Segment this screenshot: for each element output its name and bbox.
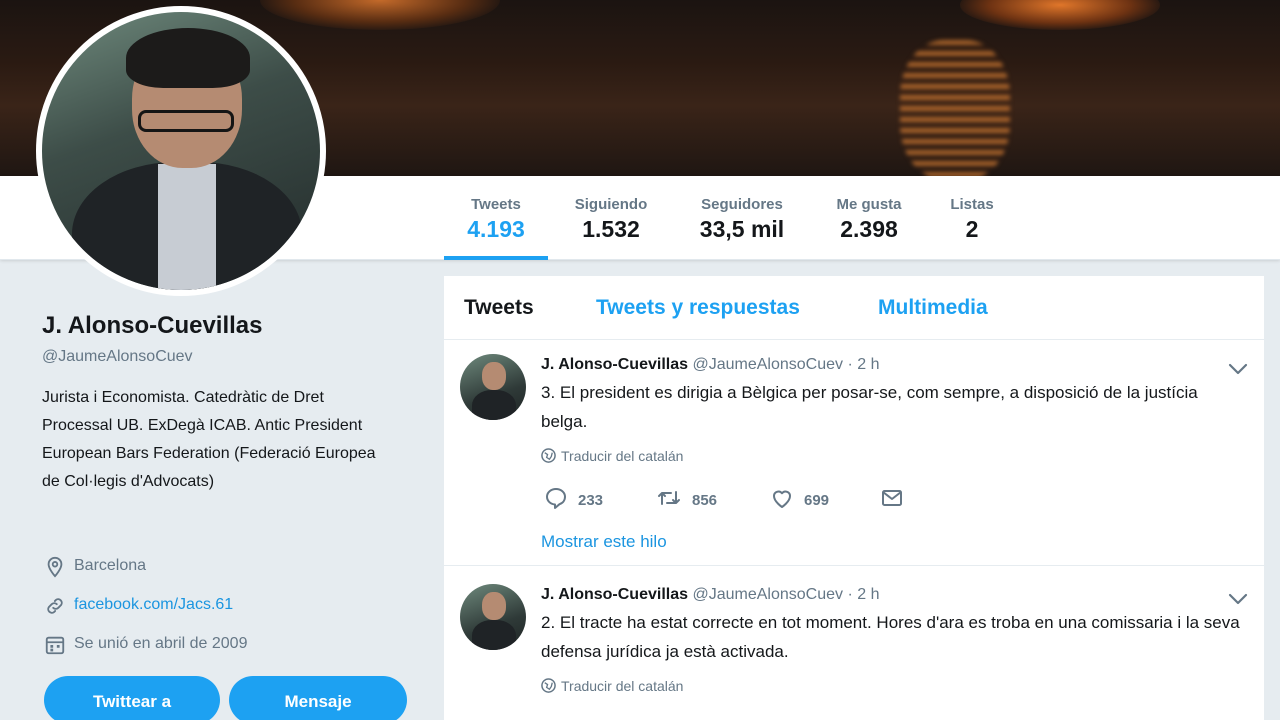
message-button[interactable]: Mensaje: [229, 676, 407, 720]
website-link[interactable]: facebook.com/Jacs.61: [74, 596, 233, 613]
tweet-timestamp[interactable]: 2 h: [857, 586, 879, 603]
tweet-author-handle[interactable]: @JaumeAlonsoCuev: [692, 356, 843, 373]
heart-icon: [773, 490, 791, 508]
stat-followers[interactable]: Seguidores 33,5 mil: [688, 196, 796, 243]
tweet-text: 2. El tracte ha estat correcte en tot mo…: [541, 613, 1240, 661]
joined-text: Se unió en abril de 2009: [74, 635, 248, 652]
tab-tweets[interactable]: Tweets: [464, 296, 534, 320]
chevron-down-icon[interactable]: [1227, 362, 1249, 376]
stat-label: Me gusta: [836, 196, 902, 213]
avatar-hair: [126, 28, 250, 88]
tweet-separator: ·: [847, 586, 853, 603]
tweet-header: J. Alonso-Cuevillas @JaumeAlonsoCuev · 2…: [541, 586, 879, 604]
banner-light: [260, 0, 500, 30]
location-text: Barcelona: [74, 557, 147, 574]
profile-card: J. Alonso-Cuevillas @JaumeAlonsoCuev Jur…: [42, 312, 402, 496]
timeline-tabs: Tweets Tweets y respuestas Multimedia: [444, 276, 1264, 340]
reply-button[interactable]: 233: [544, 486, 603, 510]
tweet-timestamp[interactable]: 2 h: [857, 356, 879, 373]
stat-following[interactable]: Siguiendo 1.532: [562, 196, 660, 243]
tweet-avatar[interactable]: [460, 584, 526, 650]
stat-label: Listas: [950, 196, 994, 213]
translate-text: Traducir del catalán: [561, 678, 684, 694]
stat-label: Tweets: [471, 196, 521, 213]
timeline: Tweets Tweets y respuestas Multimedia J.…: [444, 276, 1264, 720]
reply-icon: [546, 488, 566, 509]
retweet-button[interactable]: 856: [656, 486, 717, 510]
calendar-icon: [45, 636, 65, 655]
translate-link[interactable]: Traducir del catalán: [541, 678, 683, 694]
tab-media[interactable]: Multimedia: [878, 296, 988, 320]
stat-value: 33,5 mil: [699, 216, 785, 242]
stat-value: 1.532: [582, 216, 640, 242]
tweet-avatar[interactable]: [460, 354, 526, 420]
direct-message-button[interactable]: [880, 486, 904, 510]
tweet-author-name[interactable]: J. Alonso-Cuevillas: [541, 586, 688, 603]
like-button[interactable]: 699: [770, 486, 829, 510]
tweet-text: 3. El president es dirigia a Bèlgica per…: [541, 383, 1198, 431]
envelope-icon: [882, 490, 902, 506]
profile-handle[interactable]: @JaumeAlonsoCuev: [42, 348, 402, 366]
translate-text: Traducir del catalán: [561, 448, 684, 464]
tweet-header: J. Alonso-Cuevillas @JaumeAlonsoCuev · 2…: [541, 356, 879, 374]
reply-count: 233: [578, 492, 604, 509]
stat-value: 2.398: [840, 216, 898, 242]
tweet-separator: ·: [847, 356, 853, 373]
stat-label: Siguiendo: [574, 196, 648, 213]
show-thread-link[interactable]: Mostrar este hilo: [541, 532, 667, 552]
location-pin-icon: [47, 556, 63, 578]
stat-lists[interactable]: Listas 2: [942, 196, 1002, 243]
retweet-icon: [658, 491, 680, 505]
active-stat-indicator: [444, 256, 548, 260]
tweet[interactable]: J. Alonso-Cuevillas @JaumeAlonsoCuev · 2…: [444, 570, 1264, 720]
avatar-glasses: [138, 110, 234, 132]
tweet[interactable]: J. Alonso-Cuevillas @JaumeAlonsoCuev · 2…: [444, 340, 1264, 566]
profile-bio: Jurista i Economista. Catedràtic de Dret…: [42, 389, 376, 490]
banner-reflection: [900, 40, 1010, 176]
chevron-down-icon[interactable]: [1227, 592, 1249, 606]
banner-light: [960, 0, 1160, 30]
globe-icon: [541, 678, 556, 693]
stat-value: 4.193: [467, 216, 525, 242]
globe-icon: [541, 448, 556, 463]
like-count: 699: [804, 492, 830, 509]
stat-value: 2: [965, 216, 979, 242]
profile-name[interactable]: J. Alonso-Cuevillas: [42, 312, 402, 340]
tweet-to-button[interactable]: Twittear a: [44, 676, 220, 720]
stat-label: Seguidores: [701, 196, 783, 213]
stat-likes[interactable]: Me gusta 2.398: [822, 196, 916, 243]
translate-link[interactable]: Traducir del catalán: [541, 448, 683, 464]
retweet-count: 856: [692, 492, 718, 509]
link-icon: [47, 598, 63, 614]
profile-avatar[interactable]: [36, 6, 326, 296]
tab-tweets-replies[interactable]: Tweets y respuestas: [596, 296, 800, 320]
tweet-author-name[interactable]: J. Alonso-Cuevillas: [541, 356, 688, 373]
stat-tweets[interactable]: Tweets 4.193: [444, 196, 548, 243]
tweet-author-handle[interactable]: @JaumeAlonsoCuev: [692, 586, 843, 603]
avatar-shirt: [158, 164, 216, 290]
